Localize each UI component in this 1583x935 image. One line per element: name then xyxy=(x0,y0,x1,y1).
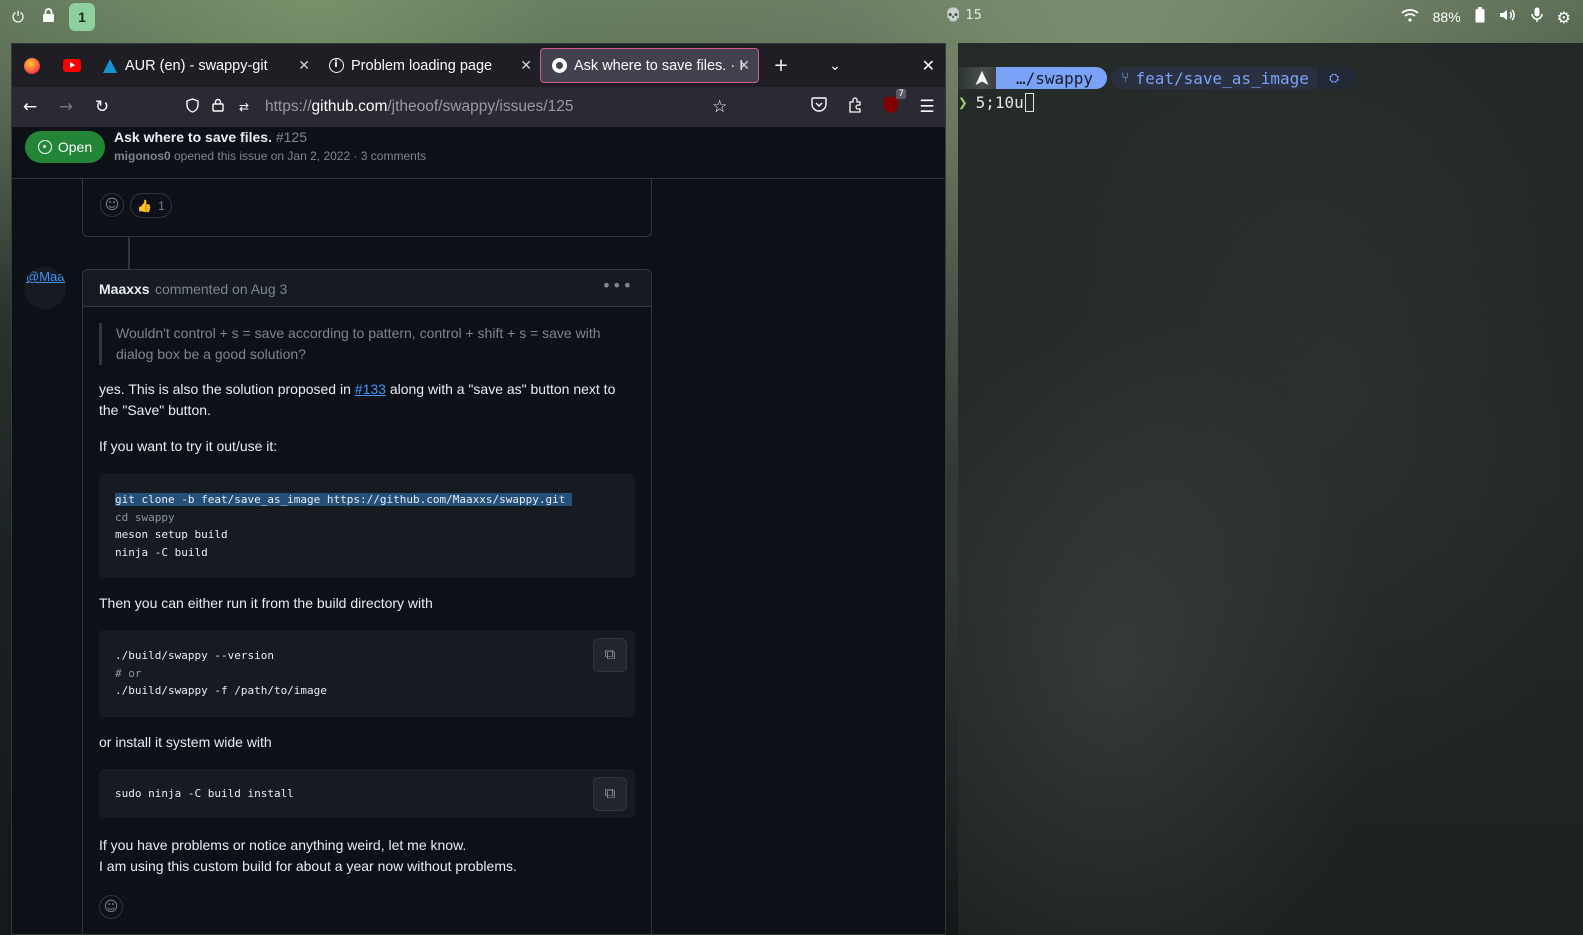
issue-title[interactable]: Ask where to save files. #125 xyxy=(114,129,307,145)
thumbs-up-icon: 👍 xyxy=(137,198,153,213)
previous-comment-footer: ☺ 👍 1 xyxy=(82,179,652,237)
new-tab-button[interactable]: + xyxy=(763,55,799,76)
paragraph: or install it system wide with xyxy=(99,733,272,750)
code-block-run[interactable]: ./build/swappy --version # or ./build/sw… xyxy=(99,630,635,717)
permissions-icon[interactable]: ⇄ xyxy=(231,100,257,114)
issue-state-badge: Open xyxy=(25,131,105,163)
avatar[interactable]: @Maaxxs xyxy=(24,267,66,309)
firefox-window: AUR (en) - swappy-git ✕ i Problem loadin… xyxy=(11,43,946,935)
battery-percentage: 88% xyxy=(1432,9,1461,25)
git-branch-icon: ⑂ xyxy=(1121,70,1130,86)
workspace-indicator[interactable]: 1 xyxy=(69,3,95,31)
volume-icon[interactable] xyxy=(1499,8,1517,26)
paragraph: If you have problems or notice anything … xyxy=(99,837,517,874)
tab-strip: AUR (en) - swappy-git ✕ i Problem loadin… xyxy=(12,44,945,87)
issue-133-link[interactable]: #133 xyxy=(355,381,386,397)
paragraph: yes. This is also the solution proposed … xyxy=(99,381,616,418)
issue-author-link[interactable]: migonos0 xyxy=(114,149,171,163)
tab-aur[interactable]: AUR (en) - swappy-git ✕ xyxy=(92,48,318,83)
copy-code-icon[interactable]: ⧉ xyxy=(593,776,627,811)
prompt-status-icon: ⛭ xyxy=(1316,67,1357,89)
list-tabs-chevron-icon[interactable]: ⌄ xyxy=(817,58,853,74)
tab-title: AUR (en) - swappy-git xyxy=(125,57,268,74)
tab-title: Problem loading page xyxy=(351,57,493,74)
url-bar[interactable]: ⇄ https://github.com/jtheoof/swappy/issu… xyxy=(179,93,739,121)
tab-problem-loading[interactable]: i Problem loading page ✕ xyxy=(318,48,540,83)
window-close-icon[interactable]: ✕ xyxy=(922,56,935,75)
code-line: sudo ninja -C build install xyxy=(115,786,294,800)
info-icon: i xyxy=(328,58,344,74)
bookmark-star-icon[interactable]: ☆ xyxy=(712,97,727,117)
code-line: ninja -C build xyxy=(115,545,208,559)
comment-author-link[interactable]: Maaxxs xyxy=(99,281,150,297)
back-button[interactable]: ← xyxy=(12,97,48,117)
add-reaction-smiley-icon[interactable]: ☺ xyxy=(99,895,123,919)
navigation-toolbar: ← → ↻ ⇄ https://github.com/jtheoof/swapp… xyxy=(12,87,945,127)
issue-number: #125 xyxy=(275,129,308,145)
comment-header: Maaxxs commented on Aug 3 ••• xyxy=(83,270,651,307)
paragraph: Then you can either run it from the buil… xyxy=(99,595,433,611)
timeline-connector xyxy=(128,237,130,269)
battery-icon[interactable] xyxy=(1475,7,1485,27)
terminal-window[interactable]: …/swappy ⑂ feat/save_as_image ⛭ ❯ 5;10u xyxy=(958,43,1583,935)
issue-meta: migonos0 opened this issue on Jan 2, 202… xyxy=(114,149,427,163)
tab-title: Ask where to save files. · I xyxy=(574,57,744,74)
code-line: meson setup build xyxy=(115,528,228,541)
forward-button[interactable]: → xyxy=(48,97,84,117)
code-block-install[interactable]: sudo ninja -C build install ⧉ xyxy=(99,768,635,818)
lock-icon[interactable] xyxy=(39,7,57,27)
ublock-origin-icon[interactable]: 7 xyxy=(873,88,909,118)
prompt-arrow-icon: ❯ xyxy=(958,93,968,112)
reload-button[interactable]: ↻ xyxy=(84,97,120,117)
ublock-badge-count: 7 xyxy=(896,88,906,99)
code-line-selected[interactable]: git clone -b feat/save_as_image https://… xyxy=(115,493,572,506)
shell-prompt: …/swappy ⑂ feat/save_as_image ⛭ xyxy=(958,67,1357,89)
code-line: cd swappy xyxy=(115,510,175,524)
top-panel: ⏻ 1 💀 15 88% ⚙ xyxy=(0,0,1583,34)
terminal-cursor xyxy=(1024,93,1034,112)
code-line: ./build/swappy --version xyxy=(115,649,274,662)
microphone-icon[interactable] xyxy=(1530,7,1543,27)
settings-icon[interactable]: ⚙ xyxy=(1557,8,1571,27)
center-status: 💀 15 xyxy=(945,8,982,23)
close-tab-icon[interactable]: ✕ xyxy=(520,58,532,74)
hamburger-menu-icon[interactable]: ☰ xyxy=(909,97,945,117)
prompt-directory: …/swappy xyxy=(996,67,1108,89)
add-reaction-smiley-icon[interactable]: ☺ xyxy=(100,193,124,217)
comment-body: Wouldn't control + s = save according to… xyxy=(99,307,635,919)
close-tab-icon[interactable]: ✕ xyxy=(298,58,310,74)
extensions-puzzle-icon[interactable] xyxy=(837,96,873,118)
url-text[interactable]: https://github.com/jtheoof/swappy/issues… xyxy=(265,98,573,116)
command-line[interactable]: ❯ 5;10u xyxy=(958,93,1034,112)
pocket-icon[interactable] xyxy=(801,97,837,117)
pinned-tab-youtube[interactable] xyxy=(52,44,92,87)
comment-card: Maaxxs commented on Aug 3 ••• Wouldn't c… xyxy=(82,269,652,934)
issue-open-icon xyxy=(37,140,52,154)
site-lock-icon[interactable] xyxy=(205,98,231,116)
issue-sticky-header: Open Ask where to save files. #125 migon… xyxy=(12,127,945,179)
comment-options-kebab-icon[interactable]: ••• xyxy=(602,276,633,295)
code-line: ./build/swappy -f /path/to/image xyxy=(115,684,327,697)
command-input[interactable]: 5;10u xyxy=(976,93,1024,112)
wifi-icon[interactable] xyxy=(1401,8,1419,26)
close-tab-icon[interactable]: ✕ xyxy=(738,58,750,74)
code-line: # or xyxy=(115,666,142,680)
code-block-clone[interactable]: git clone -b feat/save_as_image https://… xyxy=(99,474,635,578)
youtube-icon xyxy=(63,59,81,72)
github-icon xyxy=(551,58,567,74)
github-issue-page: Open Ask where to save files. #125 migon… xyxy=(12,127,945,934)
thumbs-up-reaction[interactable]: 👍 1 xyxy=(130,193,172,218)
prompt-git-branch: ⑂ feat/save_as_image xyxy=(1111,67,1325,89)
arch-linux-icon xyxy=(102,58,118,74)
tab-github-issue[interactable]: Ask where to save files. · I ✕ xyxy=(540,48,759,83)
comment-timestamp[interactable]: commented on Aug 3 xyxy=(155,281,287,297)
paragraph: If you want to try it out/use it: xyxy=(99,438,278,454)
pinned-tab-firefox[interactable] xyxy=(12,44,52,87)
blockquote: Wouldn't control + s = save according to… xyxy=(99,323,635,365)
firefox-icon xyxy=(24,57,40,74)
power-icon[interactable]: ⏻ xyxy=(9,8,27,26)
copy-code-icon[interactable]: ⧉ xyxy=(593,638,627,672)
tracking-protection-shield-icon[interactable] xyxy=(179,97,205,117)
